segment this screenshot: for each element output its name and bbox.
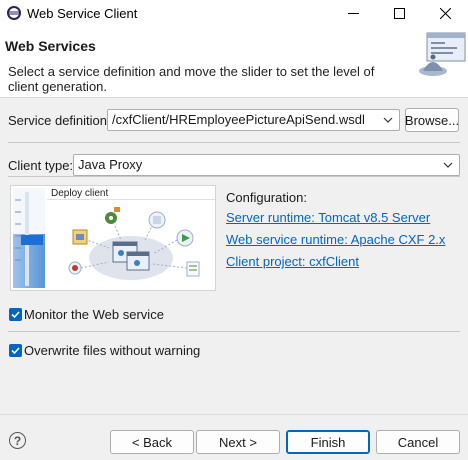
package-icon <box>72 229 88 245</box>
separator <box>8 331 460 332</box>
footer-separator <box>0 414 468 415</box>
page-title: Web Services <box>5 38 96 54</box>
document-icon <box>186 261 200 277</box>
client-type-combo[interactable]: Java Proxy <box>73 154 460 176</box>
service-icon <box>148 211 166 229</box>
web-service-runtime-link[interactable]: Web service runtime: Apache CXF 2.x <box>226 232 445 247</box>
service-definition-combo[interactable]: /cxfClient/HREmployeePictureApiSend.wsdl <box>107 109 400 131</box>
slider-stage-label: Deploy client <box>51 188 109 199</box>
configuration-heading: Configuration: <box>226 190 307 205</box>
page-description: Select a service definition and move the… <box>8 64 375 94</box>
maximize-icon <box>393 8 405 19</box>
client-type-value: Java Proxy <box>78 157 143 172</box>
service-definition-value: /cxfClient/HREmployeePictureApiSend.wsdl <box>112 112 365 127</box>
title-bar: Web Service Client <box>0 0 468 27</box>
overwrite-checkbox[interactable] <box>9 344 22 357</box>
wizard-header: Web Services Select a service definition… <box>0 27 468 98</box>
client-type-label: Client type: <box>8 158 74 173</box>
browse-button[interactable]: Browse... <box>405 108 459 132</box>
close-button[interactable] <box>422 0 468 27</box>
separator <box>8 176 460 177</box>
separator <box>8 142 460 143</box>
monitor-checkbox[interactable] <box>9 308 22 321</box>
cancel-button[interactable]: Cancel <box>376 430 460 454</box>
finish-button[interactable]: Finish <box>286 430 370 454</box>
minimize-icon <box>347 13 359 14</box>
slider-thumb <box>21 235 43 245</box>
run-icon <box>176 229 194 247</box>
client-project-link[interactable]: Client project: cxfClient <box>226 254 359 269</box>
window-title: Web Service Client <box>27 6 138 21</box>
chevron-down-icon <box>383 117 393 123</box>
client-generation-preview: Deploy client <box>10 185 216 291</box>
wizard-banner-icon <box>419 32 466 76</box>
checkmark-icon <box>11 311 20 319</box>
close-icon <box>439 8 451 19</box>
next-button[interactable]: Next > <box>196 430 280 454</box>
minimize-button[interactable] <box>330 0 376 27</box>
deploy-client-illustration <box>68 207 200 280</box>
checkmark-icon <box>11 347 20 355</box>
service-definition-label: Service definition: <box>8 113 111 128</box>
generation-level-slider[interactable] <box>11 186 47 290</box>
monitor-label[interactable]: Monitor the Web service <box>24 307 164 322</box>
help-icon[interactable]: ? <box>9 432 26 449</box>
back-button[interactable]: < Back <box>110 430 194 454</box>
eclipse-icon <box>7 6 21 20</box>
debug-icon <box>68 261 82 275</box>
gear-icon <box>105 207 120 224</box>
maximize-button[interactable] <box>376 0 422 27</box>
chevron-down-icon <box>443 162 453 168</box>
overwrite-label[interactable]: Overwrite files without warning <box>24 343 200 358</box>
server-runtime-link[interactable]: Server runtime: Tomcat v8.5 Server <box>226 210 430 225</box>
